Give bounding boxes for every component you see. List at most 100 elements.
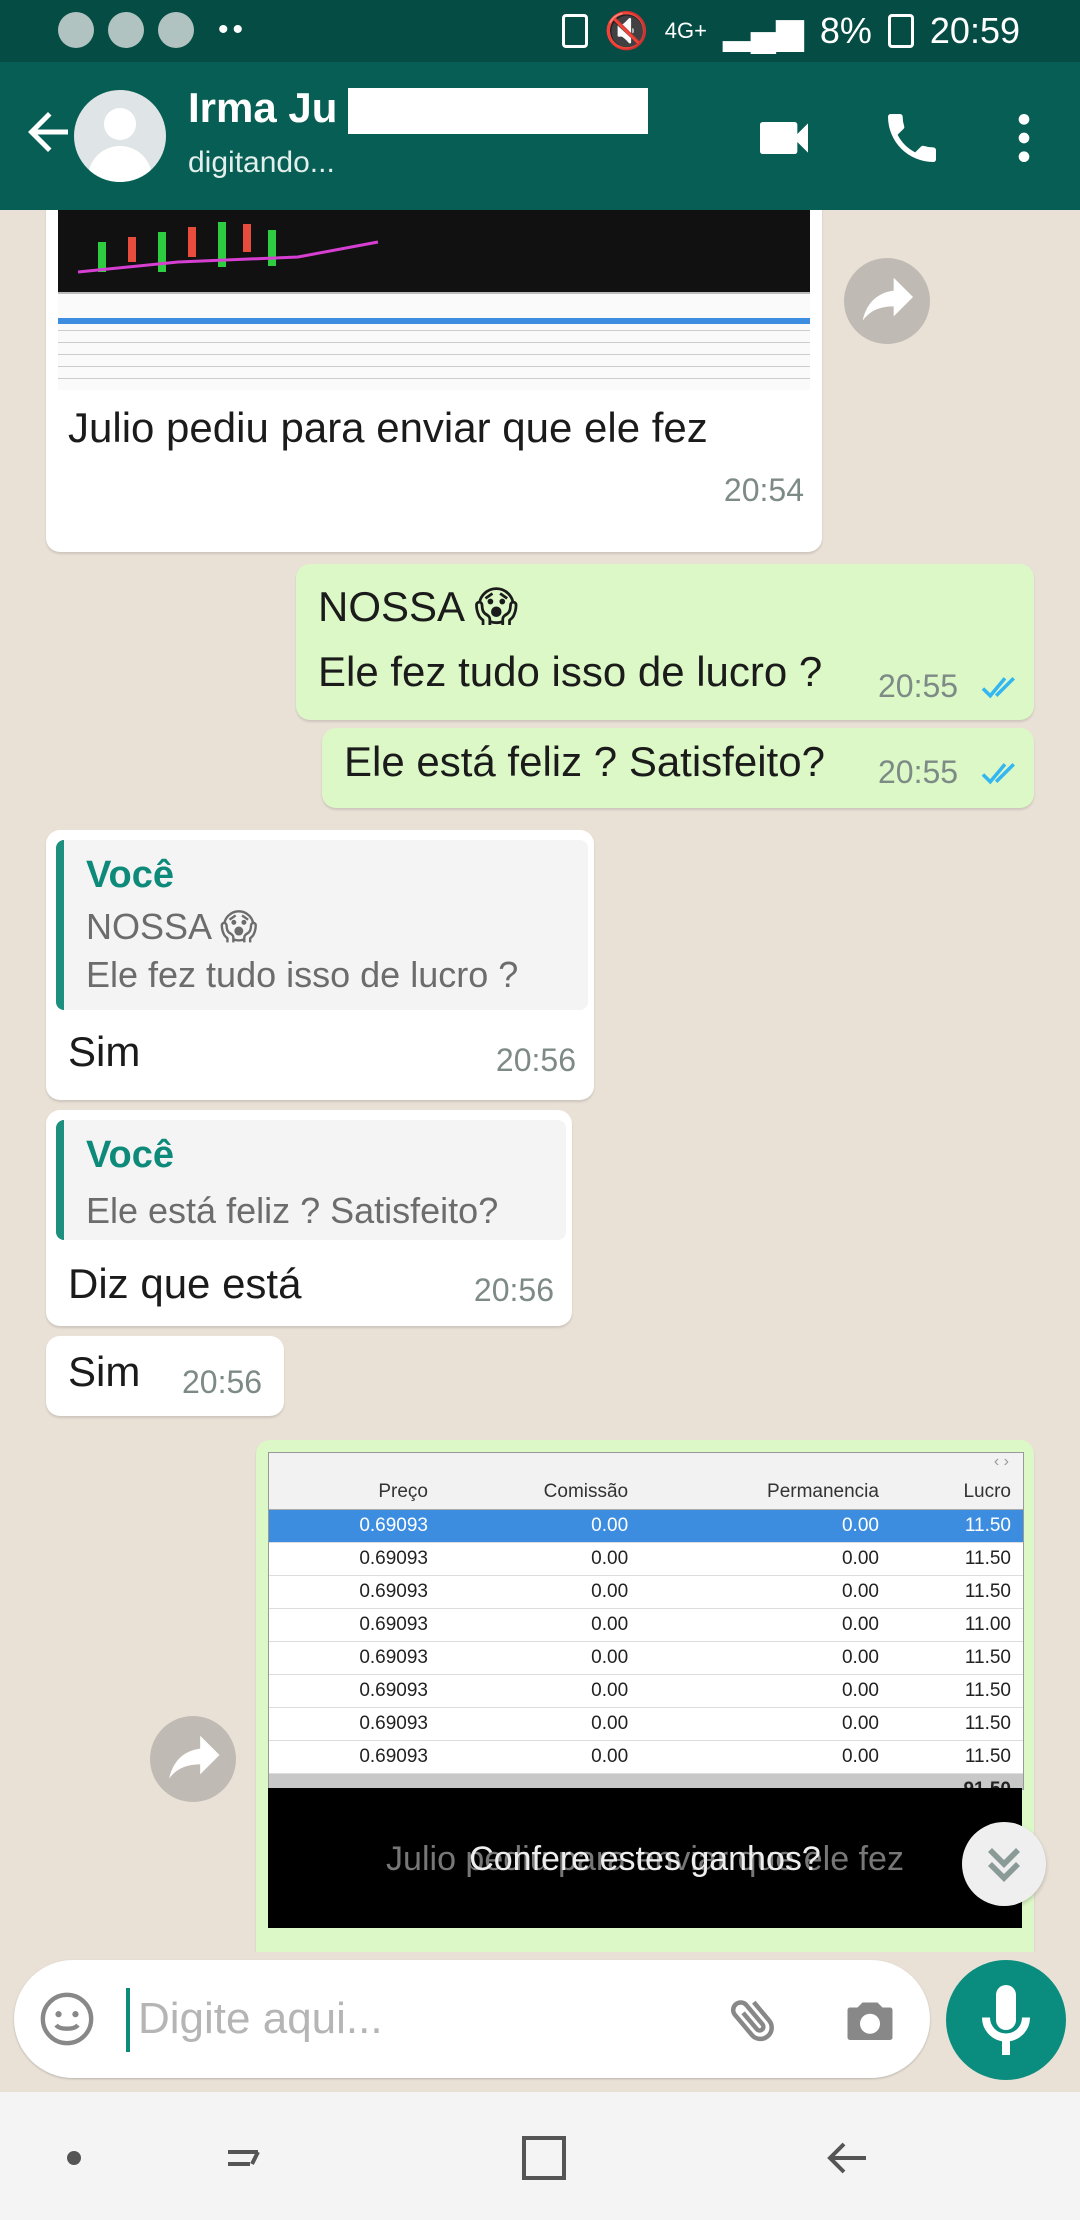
table-cell: 11.50 bbox=[890, 1641, 1023, 1675]
message-input[interactable]: Digite aqui... bbox=[138, 1994, 383, 2044]
trading-chart-image[interactable] bbox=[58, 210, 810, 292]
message-time: 20:55 bbox=[878, 668, 959, 704]
attach-icon[interactable] bbox=[724, 1990, 784, 2050]
table-cell: 0.00 bbox=[440, 1575, 641, 1609]
table-cell: 0.00 bbox=[440, 1542, 641, 1576]
avatar[interactable] bbox=[74, 90, 166, 182]
message-out[interactable]: Ele está feliz ? Satisfeito? 20:55 bbox=[322, 728, 1034, 808]
forward-button[interactable] bbox=[150, 1716, 236, 1802]
home-icon[interactable] bbox=[516, 2128, 572, 2188]
table-row: 0.69093 0.00 0.00 11.50 bbox=[269, 1575, 1023, 1609]
message-text: Sim bbox=[68, 1348, 141, 1395]
table-cell: 0.69093 bbox=[269, 1608, 440, 1642]
message-time: 20:56 bbox=[495, 1042, 576, 1078]
table-cell: 0.00 bbox=[640, 1608, 891, 1642]
table-cell: 0.00 bbox=[640, 1509, 891, 1543]
image-caption-overlay: Julio pediu para enviar que ele fez Conf… bbox=[268, 1788, 1022, 1928]
message-text: Ele está feliz ? Satisfeito? bbox=[344, 738, 825, 785]
message-text: Sim bbox=[68, 1028, 141, 1075]
table-row: 0.69093 0.00 0.00 11.50 bbox=[269, 1674, 1023, 1708]
quoted-message[interactable]: Você Ele está feliz ? Satisfeito? bbox=[56, 1120, 566, 1240]
back-icon[interactable] bbox=[820, 2128, 876, 2188]
table-cell: 0.00 bbox=[640, 1575, 891, 1609]
chat-header: Irma Ju digitando... bbox=[0, 62, 1080, 210]
quoted-message[interactable]: Você NOSSA 😱 Ele fez tudo isso de lucro … bbox=[56, 840, 588, 1010]
table-cell: 11.50 bbox=[890, 1707, 1023, 1741]
redaction-box bbox=[348, 88, 648, 134]
message-in-reply[interactable]: Você NOSSA 😱 Ele fez tudo isso de lucro … bbox=[46, 830, 594, 1100]
forward-icon bbox=[169, 1735, 220, 1779]
table-cell: 0.00 bbox=[440, 1707, 641, 1741]
table-cell: 0.69093 bbox=[269, 1707, 440, 1741]
table-cell: 0.69093 bbox=[269, 1575, 440, 1609]
system-navigation-bar bbox=[0, 2092, 1080, 2220]
back-arrow-icon[interactable] bbox=[18, 102, 78, 162]
message-in-reply[interactable]: Você Ele está feliz ? Satisfeito? Diz qu… bbox=[46, 1110, 572, 1326]
table-row: 0.69093 0.00 0.00 11.50 bbox=[269, 1641, 1023, 1675]
clock: 20:59 bbox=[929, 10, 1020, 51]
mic-button[interactable] bbox=[946, 1960, 1066, 2080]
emoji-icon[interactable] bbox=[38, 1990, 96, 2048]
notification-icons: •• bbox=[58, 12, 247, 48]
double-check-icon bbox=[981, 762, 1015, 785]
caption-text: Confere estes ganhos? bbox=[469, 1840, 821, 1878]
table-cell: 11.00 bbox=[890, 1608, 1023, 1642]
table-cell: 0.00 bbox=[440, 1509, 641, 1543]
table-row: 0.69093 0.00 0.00 11.50 bbox=[269, 1740, 1023, 1774]
table-row: 0.69093 0.00 0.00 11.50 bbox=[269, 1509, 1023, 1543]
table-header-row: Preço Comissão Permanencia Lucro bbox=[269, 1475, 1023, 1510]
message-text: Diz que está bbox=[68, 1260, 302, 1307]
forward-button[interactable] bbox=[844, 258, 930, 344]
app-notification-icon bbox=[58, 12, 94, 48]
battery-icon bbox=[887, 14, 914, 48]
message-composer[interactable]: Digite aqui... bbox=[14, 1960, 930, 2078]
recent-apps-icon[interactable] bbox=[216, 2128, 272, 2188]
message-out-image[interactable]: ‹ › Preço Comissão Permanencia Lucro 0.6… bbox=[256, 1440, 1034, 1952]
message-time: 20:54 bbox=[723, 472, 804, 508]
message-line-1: NOSSA 😱 bbox=[318, 583, 519, 630]
table-cell: 0.00 bbox=[640, 1542, 891, 1576]
table-cell: 0.69093 bbox=[269, 1542, 440, 1576]
forward-icon bbox=[862, 277, 914, 321]
status-bar: •• 🔇 4G+ ▂▄▆ 8% 20:59 bbox=[0, 0, 1080, 62]
table-cell: 0.00 bbox=[440, 1740, 641, 1774]
table-row: 0.69093 0.00 0.00 11.00 bbox=[269, 1608, 1023, 1642]
signal-icon: ▂▄▆ bbox=[722, 10, 804, 51]
table-cell: 0.69093 bbox=[269, 1674, 440, 1708]
phone-icon[interactable] bbox=[880, 106, 944, 170]
chat-area[interactable]: Julio pediu para enviar que ele fez 20:5… bbox=[0, 210, 1080, 1952]
column-header: Lucro bbox=[890, 1475, 1023, 1510]
table-cell: 11.50 bbox=[890, 1509, 1023, 1543]
quote-line-1: Ele está feliz ? Satisfeito? bbox=[86, 1190, 499, 1231]
table-cell: 0.00 bbox=[640, 1674, 891, 1708]
more-options-icon[interactable] bbox=[992, 106, 1056, 170]
table-cell: 11.50 bbox=[890, 1575, 1023, 1609]
nav-dot-icon[interactable] bbox=[62, 2128, 86, 2188]
orders-table-thumbnail bbox=[58, 292, 810, 390]
sim-icon bbox=[561, 14, 588, 48]
column-header: Permanencia bbox=[640, 1475, 891, 1510]
table-cell: 0.69093 bbox=[269, 1641, 440, 1675]
contact-name[interactable]: Irma Ju bbox=[188, 84, 337, 132]
double-check-icon bbox=[981, 676, 1015, 699]
scroll-down-button[interactable] bbox=[962, 1822, 1046, 1906]
table-cell: 0.00 bbox=[640, 1740, 891, 1774]
candlestick-chart-icon bbox=[77, 222, 379, 274]
message-in[interactable]: Sim 20:56 bbox=[46, 1336, 284, 1416]
table-cell: 0.69093 bbox=[269, 1509, 440, 1543]
text-caret bbox=[126, 1988, 130, 2052]
message-out[interactable]: NOSSA 😱 Ele fez tudo isso de lucro ? 20:… bbox=[296, 564, 1034, 720]
profit-table-image[interactable]: ‹ › Preço Comissão Permanencia Lucro 0.6… bbox=[268, 1452, 1024, 1790]
video-call-icon[interactable] bbox=[752, 106, 816, 170]
whatsapp-notification-icon bbox=[158, 12, 194, 48]
mic-icon bbox=[982, 1985, 1030, 2055]
table-row: 0.69093 0.00 0.00 11.50 bbox=[269, 1707, 1023, 1741]
message-in-image[interactable]: Julio pediu para enviar que ele fez 20:5… bbox=[46, 210, 822, 552]
message-time: 20:56 bbox=[473, 1272, 554, 1308]
message-line-2: Ele fez tudo isso de lucro ? bbox=[318, 648, 823, 695]
table-cell: 0.00 bbox=[440, 1674, 641, 1708]
scroll-down-icon bbox=[988, 1848, 1020, 1882]
column-header: Preço bbox=[269, 1475, 440, 1510]
camera-icon[interactable] bbox=[840, 1990, 900, 2050]
more-notifications-icon: •• bbox=[218, 13, 248, 46]
